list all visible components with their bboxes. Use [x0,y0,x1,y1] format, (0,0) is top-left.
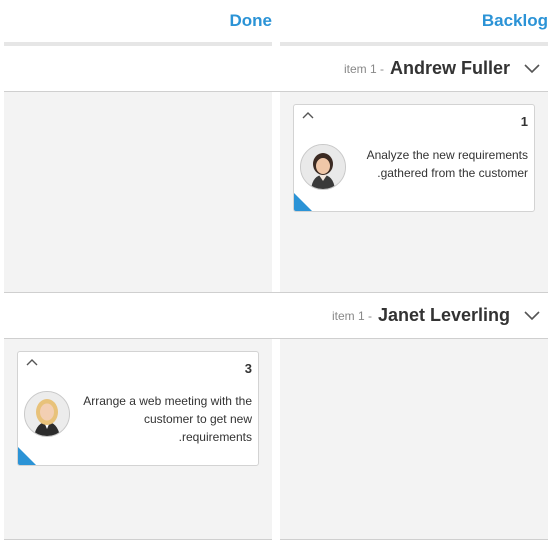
chevron-up-icon[interactable] [26,358,38,366]
column-header-backlog[interactable]: Backlog [280,0,548,42]
card-content: Analyze the new requirements .gathered f… [367,146,528,182]
chevron-down-icon[interactable] [524,63,540,74]
swimlane-header-andrew-fuller[interactable]: item 1 - Andrew Fuller [4,46,548,92]
swimlane-name: Janet Leverling [377,305,510,325]
column-header-done[interactable]: Done [4,0,273,42]
card-content-line: .gathered from the customer [377,166,528,180]
card-content-line: .requirements [178,430,252,444]
person-avatar-icon [25,392,69,436]
chevron-up-icon[interactable] [302,111,314,119]
person-avatar-icon [301,145,345,189]
card[interactable]: 3 Arrange a web meeting with the custome… [17,351,259,466]
avatar [24,391,70,437]
card-id: 1 [520,114,528,129]
card-priority-marker [18,447,36,465]
cell-done-andrew[interactable] [4,92,272,292]
card-content-line: Arrange a web meeting with the [83,394,252,408]
card-content-line: Analyze the new requirements [366,148,528,162]
swimlane-name: Andrew Fuller [389,58,510,78]
cell-backlog-andrew[interactable]: 1 Analyze the new requirements .gathered… [280,92,548,292]
cell-done-janet[interactable]: 3 Arrange a web meeting with the custome… [4,339,272,540]
card-content: Arrange a web meeting with the customer … [83,392,252,446]
lane-divider [4,292,272,293]
cell-backlog-janet[interactable] [280,339,548,540]
card[interactable]: 1 Analyze the new requirements .gathered… [293,104,535,212]
card-content-line: customer to get new [143,412,252,426]
swimlane-header-janet-leverling[interactable]: item 1 - Janet Leverling [4,292,548,339]
swimlane-item-count: item 1 - [331,308,372,323]
card-id: 3 [244,361,252,376]
avatar [300,144,346,190]
chevron-down-icon[interactable] [524,310,540,321]
swimlane-item-count: item 1 - [343,61,384,76]
card-priority-marker [294,193,312,211]
